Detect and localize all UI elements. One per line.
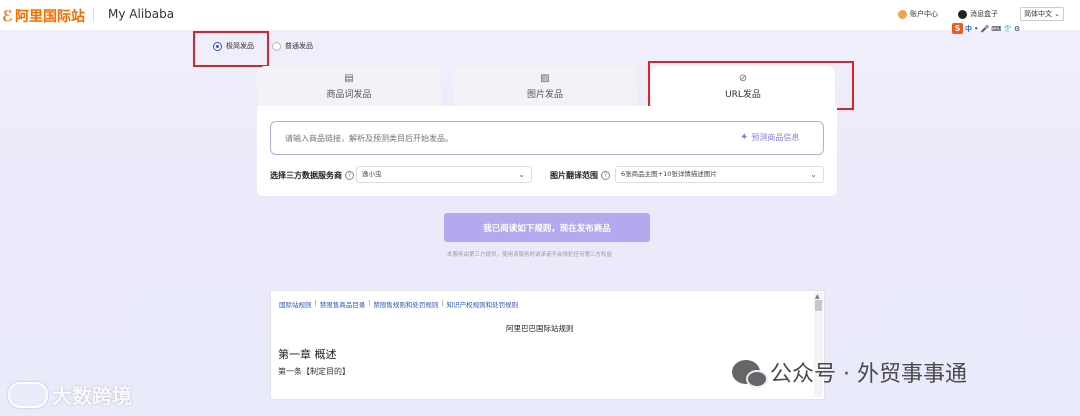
alibaba-logo-icon: ℰ <box>2 7 13 25</box>
help-icon[interactable]: ? <box>345 171 354 180</box>
scroll-up-icon[interactable]: ▲ <box>815 293 820 300</box>
tab-keyword-publish[interactable]: ▤ 商品词发品 <box>257 66 441 106</box>
ime-settings-icon[interactable]: ⚙ <box>1014 25 1020 33</box>
image-translation-select[interactable]: 6张商品主图+10张详情描述图片 ⌄ <box>615 166 824 183</box>
watermark-right: 公众号 · 外贸事事通 <box>732 356 967 388</box>
radio-normal-publish[interactable] <box>272 41 281 51</box>
highlight-box-url-tab <box>648 61 854 110</box>
watermark-right-text: 公众号 · 外贸事事通 <box>770 362 967 387</box>
rules-links: 国际站规则 | 禁限售商品目录 | 禁限售规则和处罚规则 | 知识产权规则和处罚… <box>279 299 518 309</box>
rules-link[interactable]: 禁限售商品目录 <box>320 299 366 309</box>
ime-mic-icon[interactable]: 🎤 <box>980 25 989 33</box>
highlight-box-mode <box>193 31 269 67</box>
message-box-link[interactable]: 消息盒子 <box>958 9 998 19</box>
logo-text: 阿里国际站 <box>14 9 85 25</box>
account-center-link[interactable]: 账户中心 <box>898 9 938 19</box>
divider: | <box>314 299 317 307</box>
rules-link[interactable]: 知识产权规则和处罚规则 <box>447 299 519 309</box>
third-party-label-text: 选择三方数据服务商 <box>270 171 342 180</box>
language-select[interactable]: 简体中文 ⌄ <box>1020 7 1064 21</box>
normal-publish-label[interactable]: 普通发品 <box>285 41 313 51</box>
scrollbar-thumb[interactable] <box>815 300 822 311</box>
rules-link[interactable]: 禁限售规则和处罚规则 <box>373 299 438 309</box>
image-translation-label-text: 图片翻译范围 <box>550 171 598 180</box>
site-name[interactable]: My Alibaba <box>108 7 174 21</box>
third-party-label: 选择三方数据服务商 ? <box>270 170 354 181</box>
chevron-down-icon: ⌄ <box>518 170 525 179</box>
tab-label: 图片发品 <box>526 89 563 100</box>
wechat-icon <box>732 360 768 388</box>
ime-toolbar: S 中 • 🎤 ⌨ 👕 ⚙ <box>952 23 1020 34</box>
rules-title: 阿里巴巴国际站规则 <box>506 324 574 333</box>
chevron-down-icon: ⌄ <box>1054 10 1060 18</box>
divider: | <box>368 299 371 307</box>
third-party-select[interactable]: 逸小虫 ⌄ <box>356 166 532 183</box>
language-label: 简体中文 <box>1024 10 1053 18</box>
ime-punct-icon[interactable]: • <box>974 25 978 33</box>
account-icon <box>898 9 907 19</box>
message-box-label: 消息盒子 <box>970 10 998 18</box>
document-icon: ▤ <box>344 72 354 84</box>
third-party-value: 逸小虫 <box>362 170 382 178</box>
watermark-logo-icon <box>8 381 48 408</box>
chevron-down-icon: ⌄ <box>810 170 817 179</box>
image-translation-value: 6张商品主图+10张详情描述图片 <box>621 170 717 178</box>
message-icon <box>958 9 967 19</box>
header-divider <box>93 8 94 22</box>
top-bar: ℰ 阿里国际站 My Alibaba 账户中心 消息盒子 简体中文 ⌄ <box>0 0 1080 30</box>
predict-product-button[interactable]: ✦ 预测商品信息 <box>740 132 799 143</box>
help-icon[interactable]: ? <box>601 171 610 180</box>
image-translation-label: 图片翻译范围 ? <box>550 170 610 181</box>
rules-article: 第一条【制定目的】 <box>278 367 350 376</box>
watermark-left-text: 大数跨境 <box>52 384 132 408</box>
ime-keyboard-icon[interactable]: ⌨ <box>991 25 1001 33</box>
divider: | <box>441 299 444 307</box>
account-center-label: 账户中心 <box>910 10 938 18</box>
predict-label: 预测商品信息 <box>751 133 800 142</box>
publish-button[interactable]: 我已阅读如下规则，现在发布商品 <box>444 213 650 242</box>
publish-note: 本服务由第三方提供，使用该服务时请承诺不会侵犯任何第三方权益 <box>447 252 613 258</box>
rules-chapter: 第一章 概述 <box>278 348 337 361</box>
ime-skin-icon[interactable]: 👕 <box>1003 25 1012 33</box>
ime-mode-chinese[interactable]: 中 <box>965 24 972 34</box>
magic-wand-icon: ✦ <box>740 132 749 143</box>
tab-label: 商品词发品 <box>326 89 372 100</box>
rules-link[interactable]: 国际站规则 <box>279 299 312 309</box>
tab-image-publish[interactable]: ▨ 图片发品 <box>453 66 637 106</box>
alibaba-logo[interactable]: ℰ 阿里国际站 <box>2 6 85 26</box>
sogou-ime-icon[interactable]: S <box>952 23 963 34</box>
image-icon: ▨ <box>540 72 550 84</box>
watermark-left: 大数跨境 <box>8 380 132 409</box>
